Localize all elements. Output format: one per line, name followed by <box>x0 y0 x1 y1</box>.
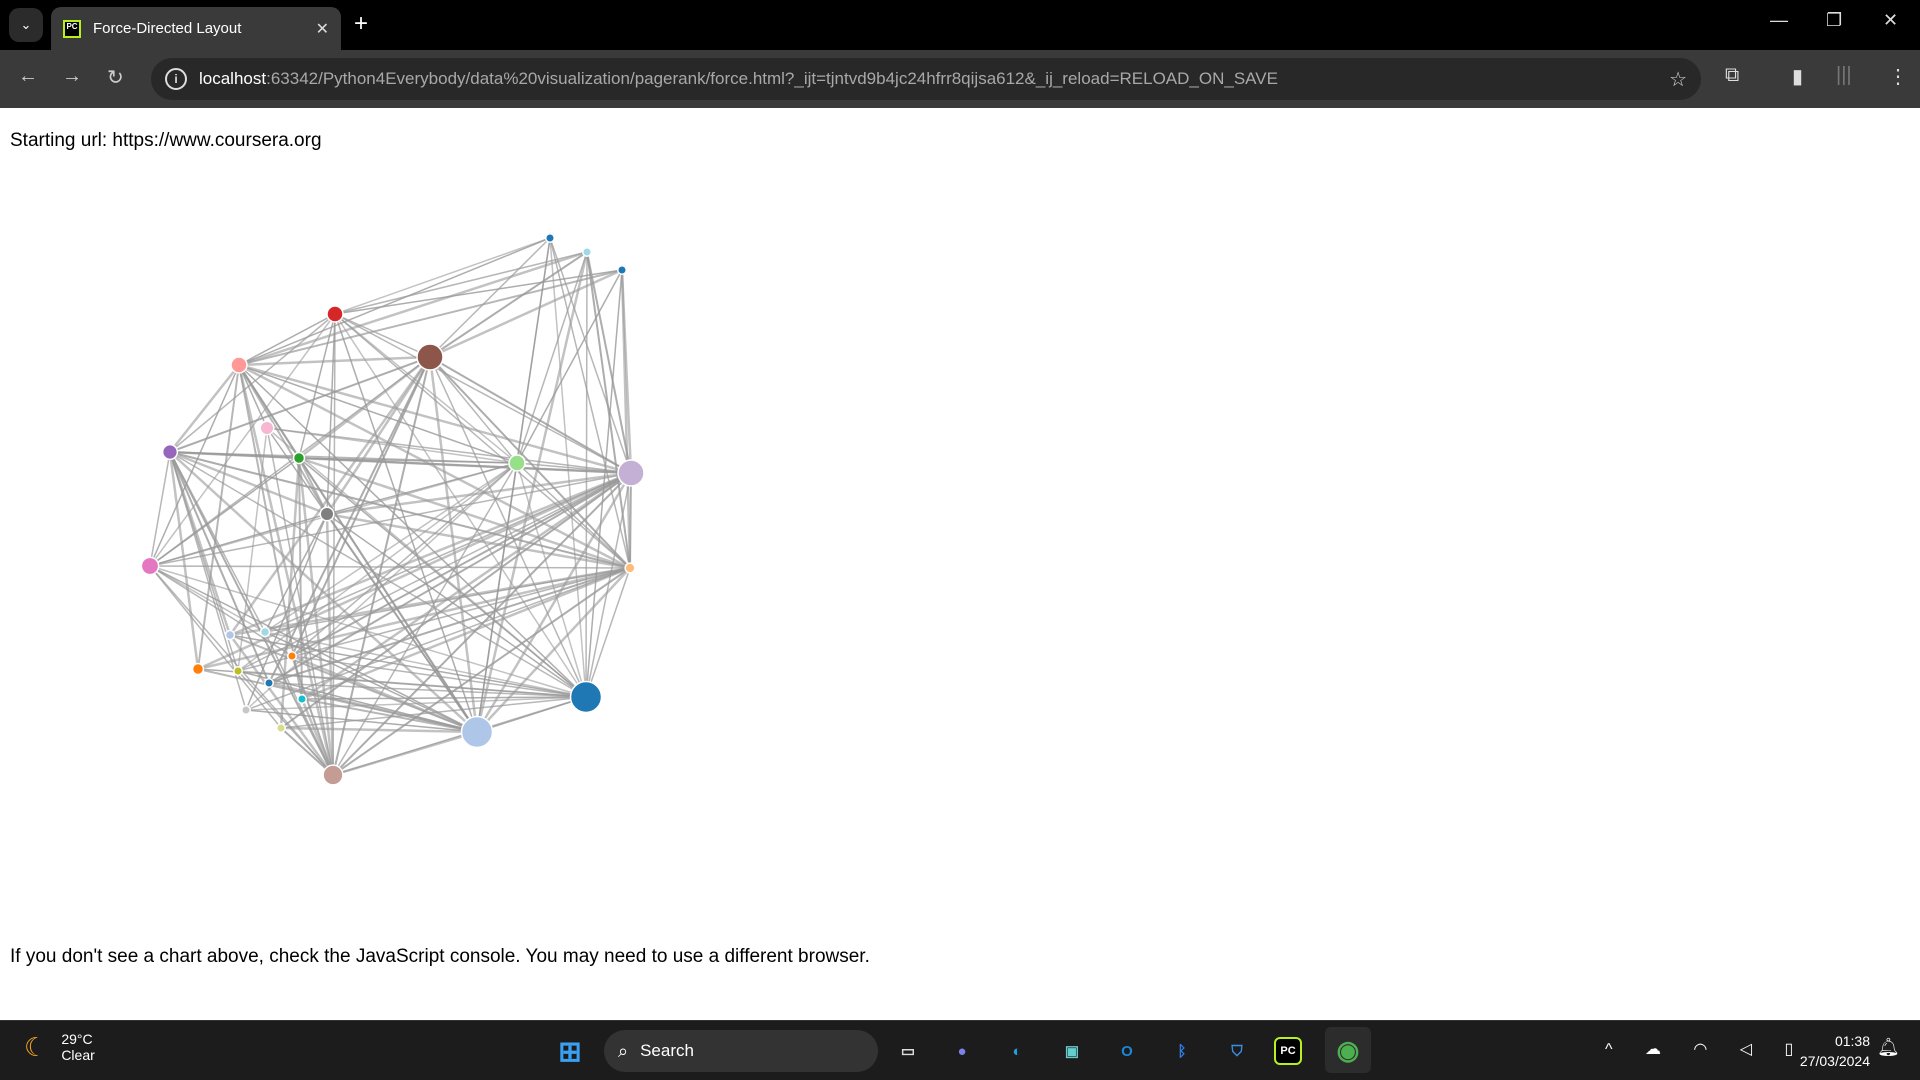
graph-node[interactable] <box>326 305 344 323</box>
graph-node[interactable] <box>319 506 335 522</box>
menu-icon[interactable]: ⋮ <box>1888 64 1908 89</box>
graph-link <box>149 451 171 567</box>
close-window-icon[interactable]: ✕ <box>1883 10 1898 31</box>
graph-node[interactable] <box>276 723 286 733</box>
graph-node[interactable] <box>292 451 306 465</box>
back-icon[interactable]: ← <box>18 65 38 88</box>
graph-node[interactable] <box>617 459 645 487</box>
graph-node[interactable] <box>161 443 179 461</box>
taskbar-search[interactable]: ⌕ Search <box>604 1030 878 1072</box>
pycharm-icon[interactable]: PC <box>1274 1037 1302 1065</box>
weather-condition: Clear <box>61 1047 95 1063</box>
address-bar[interactable]: i localhost :63342/Python4Everybody/data… <box>151 58 1701 100</box>
windows-start-icon[interactable]: ⊞ <box>552 1033 588 1069</box>
graph-node[interactable] <box>233 666 243 676</box>
graph-node[interactable] <box>259 626 271 638</box>
graph-node[interactable] <box>582 247 592 257</box>
weather-widget[interactable]: ☾ 29°C Clear <box>24 1031 95 1063</box>
temperature: 29°C <box>61 1031 93 1047</box>
browser-toolbar: ← → ↻ i localhost :63342/Python4Everybod… <box>0 50 1920 108</box>
reload-icon[interactable]: ↻ <box>107 65 124 90</box>
bluetooth-icon[interactable]: ᛒ <box>1164 1033 1200 1069</box>
graph-link <box>429 251 588 358</box>
system-tray[interactable]: ^ ☁ ◠ ◁ ▯ <box>1605 1039 1807 1059</box>
tab-title: Force-Directed Layout <box>93 20 242 37</box>
moon-icon: ☾ <box>24 1031 48 1062</box>
restore-icon[interactable]: ❐ <box>1826 10 1842 31</box>
time: 01:38 <box>1834 1033 1870 1049</box>
graph-link <box>149 565 631 569</box>
footer-text: If you don't see a chart above, check th… <box>10 946 870 967</box>
url-host: localhost <box>199 69 267 88</box>
graph-node[interactable] <box>297 694 307 704</box>
page-content: Starting url: https://www.coursera.org I… <box>0 108 1920 1020</box>
url-path: :63342/Python4Everybody/data%20visualiza… <box>266 69 1278 88</box>
task-view-icon[interactable]: ▭ <box>890 1033 926 1069</box>
store-icon[interactable]: ▣ <box>1054 1033 1090 1069</box>
graph-node[interactable] <box>241 705 251 715</box>
teams-icon[interactable]: ● <box>944 1033 980 1069</box>
graph-node[interactable] <box>460 715 494 749</box>
search-icon: ⌕ <box>618 1040 629 1061</box>
clock[interactable]: 01:38 27/03/2024 <box>1780 1031 1870 1071</box>
links <box>149 237 633 777</box>
graph-link <box>334 237 551 315</box>
pycharm-favicon-icon: PC <box>63 19 81 38</box>
notification-bell-icon[interactable]: 🔔︎ <box>1877 1037 1900 1058</box>
tab-active[interactable]: PC Force-Directed Layout ✕ <box>51 7 341 50</box>
graph-node[interactable] <box>287 651 297 661</box>
graph-node[interactable] <box>230 356 248 374</box>
graph-link <box>516 269 623 464</box>
forward-icon[interactable]: → <box>62 65 82 88</box>
side-panel-icon[interactable]: ▮ <box>1792 64 1803 89</box>
close-tab-icon[interactable]: ✕ <box>316 19 329 39</box>
outlook-icon[interactable]: O <box>1109 1033 1145 1069</box>
search-label: Search <box>640 1041 694 1060</box>
new-tab-button[interactable]: + <box>354 10 368 38</box>
defender-icon[interactable]: ⛉ <box>1219 1033 1255 1069</box>
taskbar: ☾ 29°C Clear ⊞ ⌕ Search ▭ ● ◐ ▣ O ᛒ ⛉ PC… <box>0 1020 1920 1080</box>
date: 27/03/2024 <box>1799 1053 1870 1069</box>
edge-icon[interactable]: ◐ <box>999 1033 1035 1069</box>
extensions-icon[interactable]: ⧉ <box>1725 64 1739 87</box>
site-info-icon[interactable]: i <box>165 68 187 90</box>
graph-node[interactable] <box>322 764 344 786</box>
graph-node[interactable] <box>224 629 236 641</box>
graph-node[interactable] <box>569 680 603 714</box>
chrome-icon[interactable]: ◉ <box>1325 1027 1371 1073</box>
force-directed-graph <box>140 233 645 786</box>
reading-mode-icon[interactable]: ||| <box>1836 64 1852 87</box>
graph-node[interactable] <box>624 562 636 574</box>
graph-link <box>334 251 588 315</box>
tab-search-button[interactable]: ⌄ <box>9 8 43 42</box>
graph-node[interactable] <box>264 678 274 688</box>
tab-bar: ⌄ PC Force-Directed Layout ✕ + — ❐ ✕ <box>0 0 1920 50</box>
bookmark-star-icon[interactable]: ☆ <box>1669 67 1687 92</box>
graph-node[interactable] <box>191 662 205 676</box>
graph-node[interactable] <box>545 233 555 243</box>
graph-node[interactable] <box>140 556 160 576</box>
graph-node[interactable] <box>416 343 444 371</box>
minimize-icon[interactable]: — <box>1770 10 1788 31</box>
graph-node[interactable] <box>259 420 275 436</box>
graph-node[interactable] <box>508 454 526 472</box>
graph-link <box>585 251 588 698</box>
graph-node[interactable] <box>617 265 627 275</box>
